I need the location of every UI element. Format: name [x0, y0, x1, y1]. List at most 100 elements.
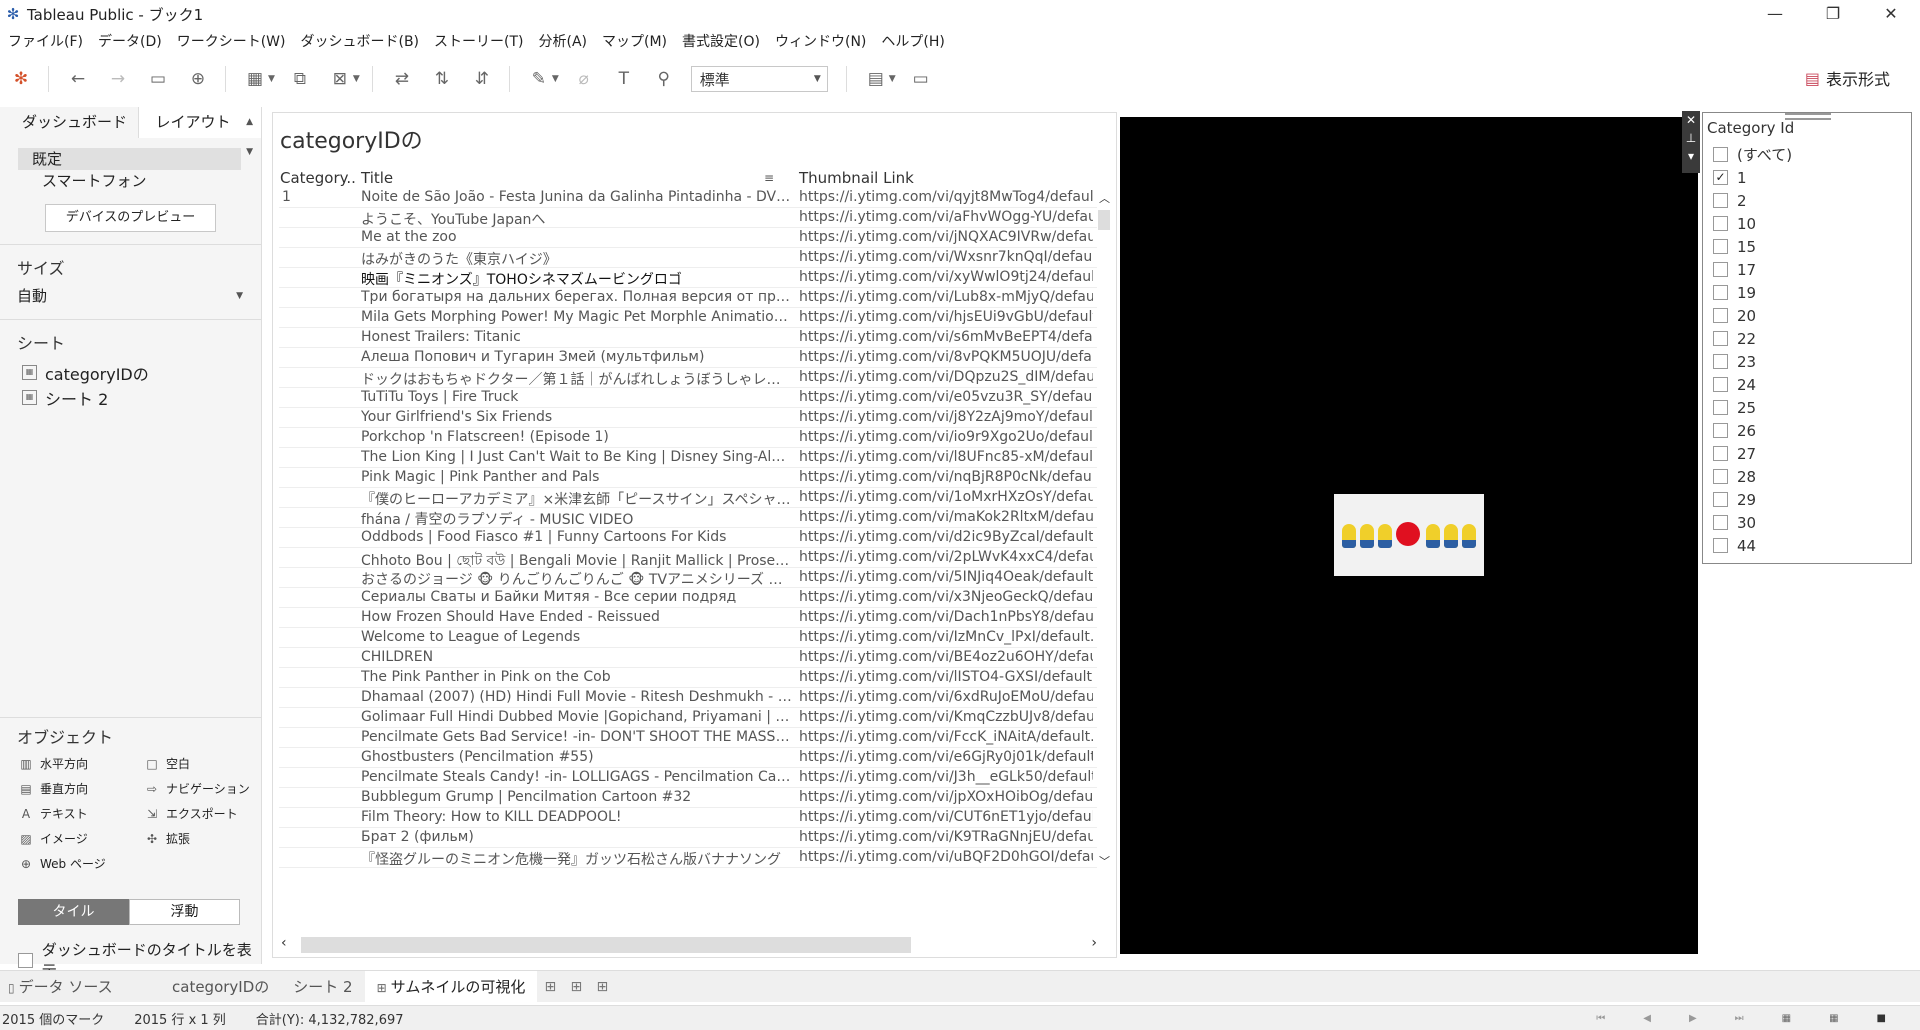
fix-axes-icon[interactable]: ⚲ [651, 66, 677, 92]
table-row[interactable]: Ghostbusters (Pencilmation #55) https://i… [279, 748, 1097, 768]
filter-item[interactable]: 44 [1713, 534, 1792, 557]
checkbox[interactable] [1713, 469, 1728, 484]
checkbox[interactable] [1713, 308, 1728, 323]
tile-button[interactable]: タイル [18, 899, 129, 925]
last-sheet-icon[interactable]: ⏭ [1735, 1013, 1744, 1024]
show-tabs-icon[interactable]: ■ [1877, 1013, 1886, 1024]
next-sheet-icon[interactable]: ▶ [1689, 1013, 1697, 1024]
cell-title[interactable]: Me at the zoo [361, 229, 793, 245]
cell-thumbnail-link[interactable]: https://i.ytimg.com/vi/Wxsnr7knQqI/defau… [799, 249, 1093, 265]
menu-dashboard[interactable]: ダッシュボード(B) [292, 30, 426, 54]
horizontal-scrollbar[interactable]: ‹ › [279, 935, 1099, 953]
new-data-source-icon[interactable]: ⊕ [185, 66, 211, 92]
show-filmstrip-icon[interactable]: ▦ [1782, 1013, 1791, 1024]
cell-thumbnail-link[interactable]: https://i.ytimg.com/vi/DQpzu2S_dIM/defau… [799, 369, 1093, 385]
device-default[interactable]: 既定 [18, 148, 241, 170]
cell-thumbnail-link[interactable]: https://i.ytimg.com/vi/s6mMvBeEPT4/defau… [799, 329, 1093, 345]
table-row[interactable]: CHILDREN https://i.ytimg.com/vi/BE4oz2u6O… [279, 648, 1097, 668]
new-dashboard-icon[interactable]: ⊞ [563, 979, 589, 995]
checked-checkbox[interactable]: ✓ [1713, 170, 1728, 185]
cell-title[interactable]: fhána / 青空のラプソディ - MUSIC VIDEO [361, 509, 793, 529]
cell-title[interactable]: Your Girlfriend's Six Friends [361, 409, 793, 425]
table-row[interactable]: Dhamaal (2007) (HD) Hindi Full Movie - R… [279, 688, 1097, 708]
table-row[interactable]: おさるのジョージ 🐵 りんごりんごりんご 🐵 TVアニメシリーズ 🐵 シーズン3… [279, 568, 1097, 588]
scrollbar-thumb[interactable] [1098, 210, 1110, 230]
cell-thumbnail-link[interactable]: https://i.ytimg.com/vi/e05vzu3R_SY/defau… [799, 389, 1093, 405]
table-row[interactable]: Сериалы Сваты и Байки Митяя - Все серии … [279, 588, 1097, 608]
cell-thumbnail-link[interactable]: https://i.ytimg.com/vi/J3h__eGLk50/defau… [799, 769, 1093, 785]
cell-title[interactable]: Film Theory: How to KILL DEADPOOL! [361, 809, 793, 825]
cell-title[interactable]: Oddbods | Food Fiasco #1 | Funny Cartoon… [361, 529, 793, 545]
object-navigation[interactable]: ⇨ ナビゲーション [144, 779, 270, 800]
cell-thumbnail-link[interactable]: https://i.ytimg.com/vi/maKok2RltxM/defau… [799, 509, 1093, 525]
checkbox[interactable] [1713, 446, 1728, 461]
filter-item[interactable]: 10 [1713, 212, 1792, 235]
filter-item[interactable]: 23 [1713, 350, 1792, 373]
show-me-button[interactable]: ▤ 表示形式 [1805, 66, 1890, 90]
chevron-down-icon[interactable]: ▼ [353, 74, 360, 84]
presentation-mode-icon[interactable]: ▭ [908, 66, 934, 92]
cell-title[interactable]: Golimaar Full Hindi Dubbed Movie |Gopich… [361, 709, 793, 725]
cell-thumbnail-link[interactable]: https://i.ytimg.com/vi/aFhvWOgg-YU/defau… [799, 209, 1093, 225]
table-row[interactable]: Honest Trailers: Titanic https://i.ytimg.… [279, 328, 1097, 348]
menu-worksheet[interactable]: ワークシート(W) [169, 30, 293, 54]
table-row[interactable]: ようこそ、YouTube Japanへ https://i.ytimg.com/v… [279, 208, 1097, 228]
checkbox[interactable] [1713, 400, 1728, 415]
table-row[interactable]: Брат 2 (фильм) https://i.ytimg.com/vi/K9T… [279, 828, 1097, 848]
show-labels-icon[interactable]: T [611, 66, 637, 92]
menu-help[interactable]: ヘルプ(H) [873, 30, 951, 54]
checkbox[interactable] [1713, 331, 1728, 346]
table-row[interactable]: Алеша Попович и Тугарин Змей (мультфильм… [279, 348, 1097, 368]
table-row[interactable]: Your Girlfriend's Six Friends https://i.y… [279, 408, 1097, 428]
close-button[interactable]: ✕ [1862, 0, 1920, 28]
group-members-icon[interactable]: ⌀ [571, 66, 597, 92]
new-worksheet-icon[interactable]: ⊞ [537, 979, 563, 995]
chevron-down-icon[interactable]: ﹀ [1099, 853, 1110, 869]
table-row[interactable]: Mila Gets Morphing Power! My Magic Pet M… [279, 308, 1097, 328]
object-image[interactable]: ▨ イメージ [18, 829, 144, 850]
tab-data-source[interactable]: ▯ データ ソース [0, 971, 160, 1003]
cell-thumbnail-link[interactable]: https://i.ytimg.com/vi/nqBjR8P0cNk/defau… [799, 469, 1093, 485]
cell-title[interactable]: Pencilmate Gets Bad Service! -in- DON'T … [361, 729, 793, 745]
cell-thumbnail-link[interactable]: https://i.ytimg.com/vi/2pLWvK4xxC4/defau… [799, 549, 1093, 565]
sort-descending-icon[interactable]: ⇵ [469, 66, 495, 92]
object-horizontal[interactable]: ▥ 水平方向 [18, 754, 144, 775]
object-web-page[interactable]: ⊕ Web ページ [18, 854, 144, 875]
table-row[interactable]: Golimaar Full Hindi Dubbed Movie |Gopich… [279, 708, 1097, 728]
object-vertical[interactable]: ▤ 垂直方向 [18, 779, 144, 800]
menu-story[interactable]: ストーリー(T) [426, 30, 530, 54]
column-header-category[interactable]: Category.. [280, 169, 356, 187]
cell-thumbnail-link[interactable]: https://i.ytimg.com/vi/FccK_iNAitA/defau… [799, 729, 1093, 745]
column-header-thumbnail-link[interactable]: Thumbnail Link [799, 169, 914, 187]
filter-item[interactable]: 17 [1713, 258, 1792, 281]
table-row[interactable]: Chhoto Bou | ছোট বউ | Bengali Movie | Ra… [279, 548, 1097, 569]
highlight-icon[interactable]: ✎ [526, 66, 552, 92]
cell-thumbnail-link[interactable]: https://i.ytimg.com/vi/1oMxrHXzOsY/defau… [799, 489, 1093, 505]
pin-icon[interactable]: ⊥ [1682, 129, 1700, 147]
clear-sheet-icon[interactable]: ⊠ [327, 66, 353, 92]
cell-thumbnail-link[interactable]: https://i.ytimg.com/vi/KmqCzzbUJv8/defau… [799, 709, 1093, 725]
show-sheet-sorter-icon[interactable]: ▦ [1829, 1013, 1838, 1024]
redo-icon[interactable]: → [105, 66, 131, 92]
size-select[interactable]: 自動 ▼ [17, 285, 243, 307]
cell-thumbnail-link[interactable]: https://i.ytimg.com/vi/j8Y2zAj9moY/defau… [799, 409, 1093, 425]
device-preview-button[interactable]: デバイスのプレビュー [45, 204, 216, 232]
checkbox[interactable] [1713, 354, 1728, 369]
cell-thumbnail-link[interactable]: https://i.ytimg.com/vi/Lub8x-mMjyQ/defau… [799, 289, 1093, 305]
cell-thumbnail-link[interactable]: https://i.ytimg.com/vi/6xdRuJoEMoU/defau… [799, 689, 1093, 705]
object-export[interactable]: ⇲ エクスポート [144, 804, 270, 825]
cell-title[interactable]: Welcome to League of Legends [361, 629, 793, 645]
float-button[interactable]: 浮動 [129, 899, 240, 925]
object-extension[interactable]: ✣ 拡張 [144, 829, 270, 850]
sort-ascending-icon[interactable]: ⇅ [429, 66, 455, 92]
tab-sheet-2[interactable]: シート 2 [281, 971, 364, 1003]
cell-title[interactable]: Honest Trailers: Titanic [361, 329, 793, 345]
cell-title[interactable]: Bubblegum Grump | Pencilmation Cartoon #… [361, 789, 793, 805]
cell-thumbnail-link[interactable]: https://i.ytimg.com/vi/jNQXAC9IVRw/defau… [799, 229, 1093, 245]
cell-title[interactable]: おさるのジョージ 🐵 りんごりんごりんご 🐵 TVアニメシリーズ 🐵 シーズン3 [361, 569, 793, 589]
cell-thumbnail-link[interactable]: https://i.ytimg.com/vi/x3NjeoGeckQ/defau… [799, 589, 1093, 605]
table-row[interactable]: How Frozen Should Have Ended - Reissued h… [279, 608, 1097, 628]
checkbox[interactable] [18, 952, 33, 968]
checkbox[interactable] [1713, 239, 1728, 254]
cell-thumbnail-link[interactable]: https://i.ytimg.com/vi/lISTO4-GXSI/defau… [799, 669, 1093, 685]
